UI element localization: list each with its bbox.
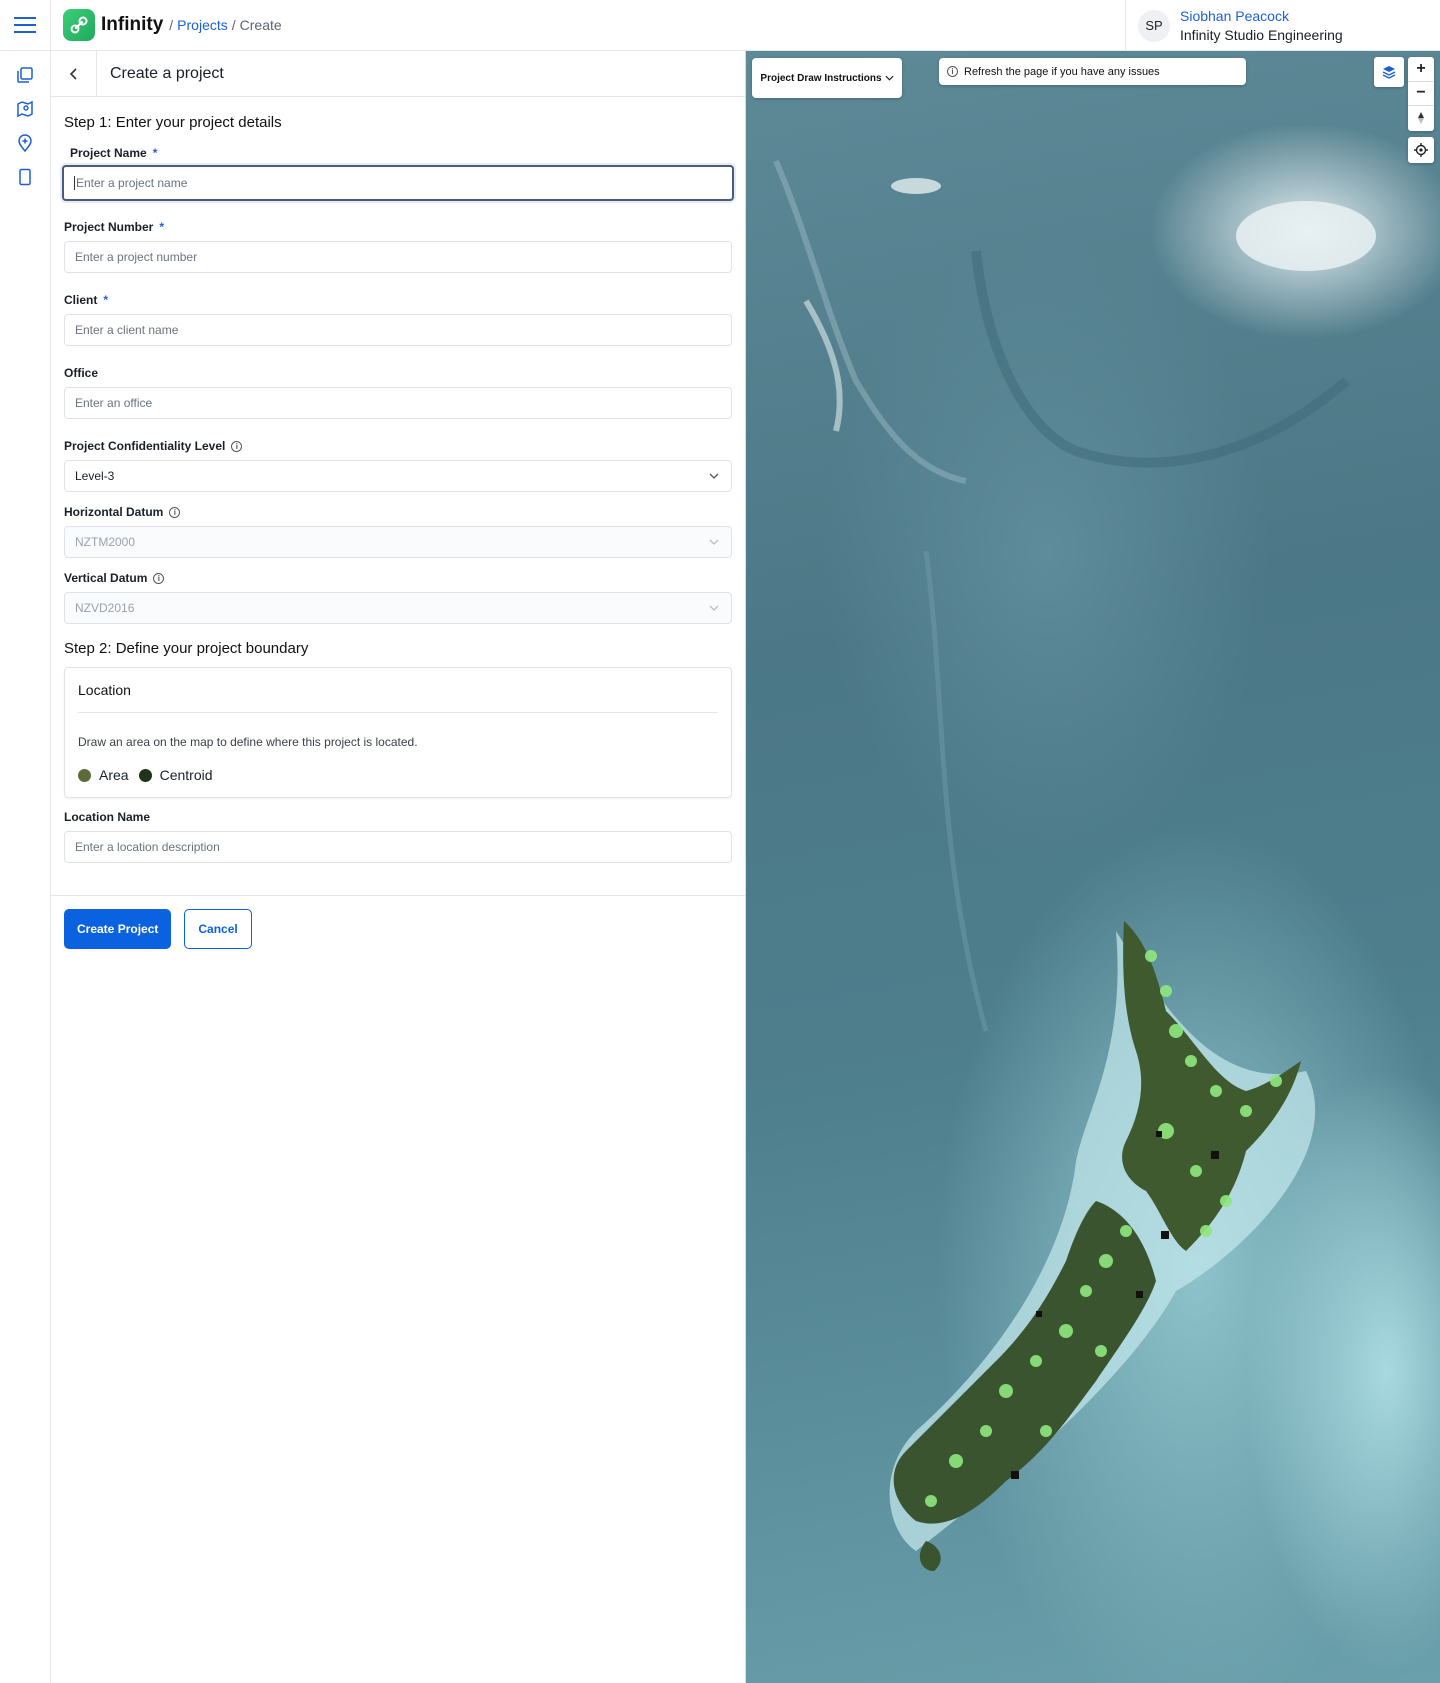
draw-instructions-label: Project Draw Instructions xyxy=(760,72,882,84)
location-card-description: Draw an area on the map to define where … xyxy=(78,735,418,749)
locate-me-button[interactable] xyxy=(1408,137,1434,163)
location-name-input[interactable]: Enter a location description xyxy=(64,831,732,863)
office-input[interactable]: Enter an office xyxy=(64,387,732,419)
required-marker: * xyxy=(159,220,165,234)
required-marker: * xyxy=(152,146,158,160)
centroid-swatch xyxy=(138,768,152,782)
back-button[interactable] xyxy=(51,50,97,97)
chevron-down-icon xyxy=(709,605,719,611)
location-card: Location Draw an area on the map to defi… xyxy=(64,667,732,798)
info-icon[interactable]: i xyxy=(169,506,181,518)
zoom-controls: + − xyxy=(1408,57,1434,131)
office-label: Office xyxy=(64,366,99,380)
step-2-heading: Step 2: Define your project boundary xyxy=(64,640,309,657)
avatar: SP xyxy=(1138,9,1170,42)
refresh-notice: i Refresh the page if you have any issue… xyxy=(939,58,1246,85)
location-name-placeholder: Enter a location description xyxy=(75,840,220,854)
chevron-left-icon xyxy=(69,67,77,80)
legend-area: Area xyxy=(99,767,129,783)
create-project-panel: Create a project Step 1: Enter your proj… xyxy=(51,50,746,1683)
office-placeholder: Enter an office xyxy=(75,396,153,410)
breadcrumb-current: Create xyxy=(239,17,282,33)
create-project-button[interactable]: Create Project xyxy=(64,909,172,949)
layers-icon xyxy=(1382,66,1396,79)
chevron-down-icon xyxy=(709,473,719,479)
horizontal-datum-value: NZTM2000 xyxy=(75,535,136,549)
nav-map[interactable] xyxy=(0,93,50,125)
breadcrumb: / Projects / Create xyxy=(169,17,281,33)
confidentiality-label: Project Confidentiality Level xyxy=(64,439,226,453)
legend-centroid: Centroid xyxy=(159,767,213,783)
confidentiality-select[interactable]: Level-3 xyxy=(64,460,732,492)
required-marker: * xyxy=(103,293,109,307)
user-menu[interactable]: SP Siobhan Peacock Infinity Studio Engin… xyxy=(1125,0,1440,51)
tablet-icon xyxy=(19,168,31,186)
app-logo[interactable] xyxy=(63,9,95,41)
step-1-heading: Step 1: Enter your project details xyxy=(64,114,282,131)
compass-icon xyxy=(1418,112,1424,125)
area-swatch xyxy=(78,768,91,782)
horizontal-datum-label: Horizontal Datum xyxy=(64,505,164,519)
user-name: Siobhan Peacock xyxy=(1180,7,1289,24)
project-number-label: Project Number xyxy=(64,220,154,234)
zoom-in-button[interactable]: + xyxy=(1408,57,1434,82)
chevron-down-icon xyxy=(885,75,894,81)
confidentiality-value: Level-3 xyxy=(75,469,115,483)
client-input[interactable]: Enter a client name xyxy=(64,314,732,346)
vertical-datum-select: NZVD2016 xyxy=(64,592,732,624)
projects-icon xyxy=(17,67,33,83)
project-number-placeholder: Enter a project number xyxy=(75,250,198,264)
horizontal-datum-select: NZTM2000 xyxy=(64,526,732,558)
page-title: Create a project xyxy=(110,64,224,82)
map-canvas[interactable]: Project Draw Instructions i Refresh the … xyxy=(746,51,1440,1683)
location-card-title: Location xyxy=(78,682,718,713)
map-terrain xyxy=(773,159,1376,1571)
refresh-notice-text: Refresh the page if you have any issues xyxy=(964,65,1160,78)
left-nav-rail xyxy=(0,51,51,1683)
nav-tablet[interactable] xyxy=(0,161,50,193)
add-location-icon xyxy=(18,134,32,152)
layers-button[interactable] xyxy=(1374,57,1404,87)
breadcrumb-projects-link[interactable]: Projects xyxy=(177,17,228,33)
nav-projects[interactable] xyxy=(0,59,50,91)
hamburger-menu-button[interactable] xyxy=(0,0,51,51)
chevron-down-icon xyxy=(709,539,719,545)
vertical-datum-label: Vertical Datum xyxy=(64,571,148,585)
breadcrumb-separator: / xyxy=(169,17,174,33)
compass-button[interactable] xyxy=(1408,106,1434,131)
project-name-placeholder: Enter a project name xyxy=(76,176,188,190)
client-placeholder: Enter a client name xyxy=(75,323,179,337)
project-number-input[interactable]: Enter a project number xyxy=(64,241,732,273)
map-icon xyxy=(17,100,33,118)
cancel-button[interactable]: Cancel xyxy=(184,909,252,949)
draw-instructions-dropdown[interactable]: Project Draw Instructions xyxy=(752,58,902,98)
info-icon[interactable]: i xyxy=(153,572,165,584)
project-name-label: Project Name xyxy=(70,146,147,160)
vertical-datum-value: NZVD2016 xyxy=(75,601,135,615)
crosshair-icon xyxy=(1414,143,1428,157)
breadcrumb-separator: / xyxy=(231,17,236,33)
info-icon: i xyxy=(947,66,958,77)
project-name-input[interactable]: Enter a project name xyxy=(62,165,734,201)
nav-add-location[interactable] xyxy=(0,127,50,159)
user-organization: Infinity Studio Engineering xyxy=(1180,26,1343,43)
location-legend: Area Centroid xyxy=(78,767,718,783)
zoom-out-button[interactable]: − xyxy=(1408,82,1434,107)
client-label: Client xyxy=(64,293,98,307)
app-title: Infinity xyxy=(101,14,164,35)
location-name-label: Location Name xyxy=(64,810,151,824)
menu-icon xyxy=(14,17,36,33)
info-icon[interactable]: i xyxy=(231,440,243,452)
top-bar: Infinity / Projects / Create SP Siobhan … xyxy=(0,0,1440,51)
link-logo-icon xyxy=(70,16,88,34)
